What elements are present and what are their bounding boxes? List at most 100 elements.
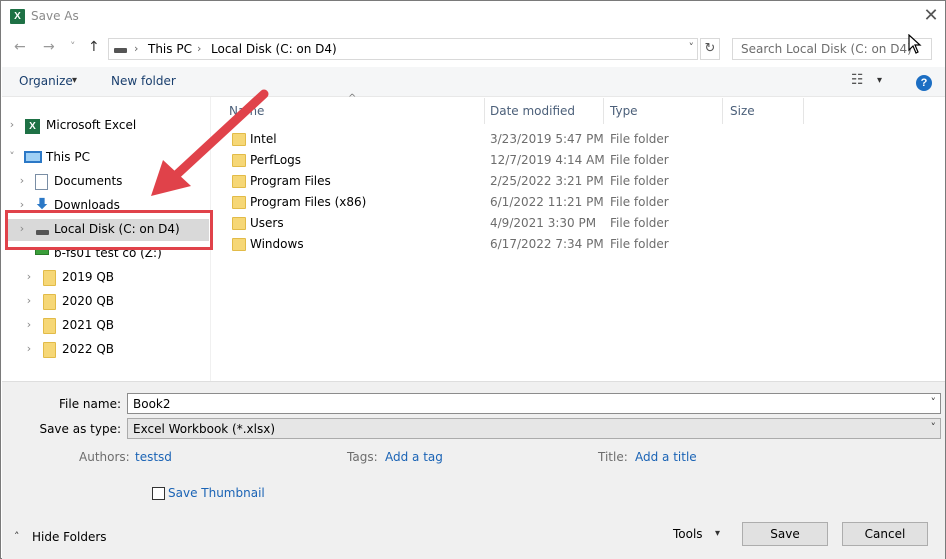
back-arrow-icon[interactable]: ←	[14, 39, 26, 55]
breadcrumb-separator-icon: ›	[134, 42, 139, 55]
annotation-arrow-icon	[151, 89, 269, 196]
save-as-type-select[interactable]: Excel Workbook (*.xlsx) ˅	[127, 418, 941, 439]
excel-icon: X	[25, 119, 40, 134]
expand-chevron-icon[interactable]: ›	[6, 118, 18, 131]
tree-label: 2021 QB	[62, 318, 115, 332]
excel-app-icon: X	[10, 9, 25, 24]
column-header-date[interactable]: Date modified	[490, 104, 575, 130]
table-row[interactable]: Users 4/9/2021 3:30 PM File folder	[223, 213, 943, 234]
search-placeholder: Search Local Disk (C: on D4)	[741, 42, 912, 56]
view-dropdown-icon[interactable]: ▾	[877, 75, 882, 86]
expand-chevron-icon[interactable]: ›	[23, 342, 35, 355]
tools-dropdown-icon[interactable]: ▾	[715, 528, 720, 539]
table-row[interactable]: Program Files (x86) 6/1/2022 11:21 PM Fi…	[223, 192, 943, 213]
column-header-type[interactable]: Type	[610, 104, 638, 130]
search-input[interactable]: Search Local Disk (C: on D4)	[732, 38, 932, 60]
tree-label: This PC	[46, 150, 90, 164]
tree-label: 2022 QB	[62, 342, 115, 356]
title-label: Title:	[598, 450, 628, 464]
save-as-dialog: X Save As ✕ ← → ˅ ↑ › This PC › Local Di…	[0, 0, 946, 559]
tree-item-2020-qb[interactable]: › 2020 QB	[1, 291, 209, 313]
folder-icon	[43, 342, 56, 358]
organize-button[interactable]: Organize	[19, 74, 73, 88]
column-header-size[interactable]: Size	[730, 104, 755, 130]
annotation-highlight-box	[5, 210, 213, 250]
file-type: File folder	[610, 174, 669, 188]
folder-icon	[43, 294, 56, 310]
tree-item-2022-qb[interactable]: › 2022 QB	[1, 339, 209, 361]
file-name-value: Book2	[133, 397, 171, 411]
save-thumbnail-label[interactable]: Save Thumbnail	[168, 486, 265, 500]
folder-icon	[232, 238, 246, 251]
drive-icon	[114, 48, 127, 53]
authors-label: Authors:	[79, 450, 130, 464]
save-as-type-value: Excel Workbook (*.xlsx)	[133, 422, 276, 436]
tags-field[interactable]: Add a tag	[385, 450, 443, 464]
expand-chevron-icon[interactable]: ›	[23, 270, 35, 283]
folder-icon	[43, 270, 56, 286]
address-bar[interactable]: › This PC › Local Disk (C: on D4) ˅	[108, 38, 698, 60]
expand-chevron-icon[interactable]: ›	[16, 174, 28, 187]
hide-folders-chevron-icon[interactable]: ˄	[14, 530, 20, 543]
file-name-label: File name:	[59, 397, 121, 411]
refresh-button[interactable]: ↻	[700, 38, 720, 60]
file-date: 2/25/2022 3:21 PM	[490, 174, 604, 188]
breadcrumb-local-disk[interactable]: Local Disk (C: on D4)	[211, 42, 337, 56]
file-date: 6/1/2022 11:21 PM	[490, 195, 604, 209]
breadcrumb-this-pc[interactable]: This PC	[148, 42, 192, 56]
file-type: File folder	[610, 195, 669, 209]
save-button[interactable]: Save	[742, 522, 828, 546]
column-divider[interactable]	[722, 98, 723, 124]
file-date: 4/9/2021 3:30 PM	[490, 216, 597, 230]
file-date: 6/17/2022 7:34 PM	[490, 237, 604, 251]
table-row[interactable]: Windows 6/17/2022 7:34 PM File folder	[223, 234, 943, 255]
title-bar: X Save As ✕	[1, 1, 945, 33]
tree-item-2021-qb[interactable]: › 2021 QB	[1, 315, 209, 337]
file-type: File folder	[610, 132, 669, 146]
save-thumbnail-checkbox[interactable]	[152, 487, 165, 500]
recent-locations-icon[interactable]: ˅	[70, 40, 76, 53]
mouse-cursor-icon	[908, 34, 922, 54]
tools-button[interactable]: Tools	[673, 527, 703, 541]
close-button[interactable]: ✕	[921, 5, 941, 27]
cancel-button[interactable]: Cancel	[842, 522, 928, 546]
file-name: Users	[250, 216, 284, 230]
tree-label: Microsoft Excel	[46, 118, 137, 132]
address-dropdown-icon[interactable]: ˅	[689, 41, 695, 54]
column-divider[interactable]	[803, 98, 804, 124]
breadcrumb-separator-icon: ›	[197, 42, 202, 55]
expand-chevron-icon[interactable]: ›	[23, 318, 35, 331]
tree-label: Documents	[54, 174, 123, 188]
view-options-icon[interactable]: ☷	[851, 72, 864, 88]
table-row[interactable]: PerfLogs 12/7/2019 4:14 AM File folder	[223, 150, 943, 171]
authors-field[interactable]: testsd	[135, 450, 172, 464]
title-field[interactable]: Add a title	[635, 450, 697, 464]
file-date: 3/23/2019 5:47 PM	[490, 132, 604, 146]
column-divider[interactable]	[484, 98, 485, 124]
expand-chevron-icon[interactable]: ›	[23, 294, 35, 307]
table-row[interactable]: Program Files 2/25/2022 3:21 PM File fol…	[223, 171, 943, 192]
file-type: File folder	[610, 216, 669, 230]
documents-icon	[35, 174, 48, 190]
chevron-down-icon[interactable]: ˅	[931, 421, 937, 434]
chevron-down-icon[interactable]: ˅	[931, 396, 937, 409]
save-as-type-label: Save as type:	[39, 422, 121, 436]
hide-folders-button[interactable]: Hide Folders	[32, 530, 107, 544]
download-arrow-icon	[36, 197, 48, 210]
file-name-field[interactable]: Book2 ˅	[127, 393, 941, 414]
folder-icon	[232, 217, 246, 230]
help-icon[interactable]: ?	[916, 75, 932, 91]
file-type: File folder	[610, 237, 669, 251]
sort-ascending-icon: ^	[348, 93, 357, 104]
tree-label: 2019 QB	[62, 270, 115, 284]
forward-arrow-icon[interactable]: →	[43, 39, 55, 55]
column-divider[interactable]	[603, 98, 604, 124]
organize-dropdown-icon[interactable]: ▾	[72, 75, 77, 86]
up-arrow-icon[interactable]: ↑	[88, 39, 100, 55]
table-row[interactable]: Intel 3/23/2019 5:47 PM File folder	[223, 129, 943, 150]
file-name: Windows	[250, 237, 304, 251]
tree-item-2019-qb[interactable]: › 2019 QB	[1, 267, 209, 289]
tree-label: 2020 QB	[62, 294, 115, 308]
collapse-chevron-icon[interactable]: ˅	[6, 150, 18, 163]
tags-label: Tags:	[347, 450, 378, 464]
